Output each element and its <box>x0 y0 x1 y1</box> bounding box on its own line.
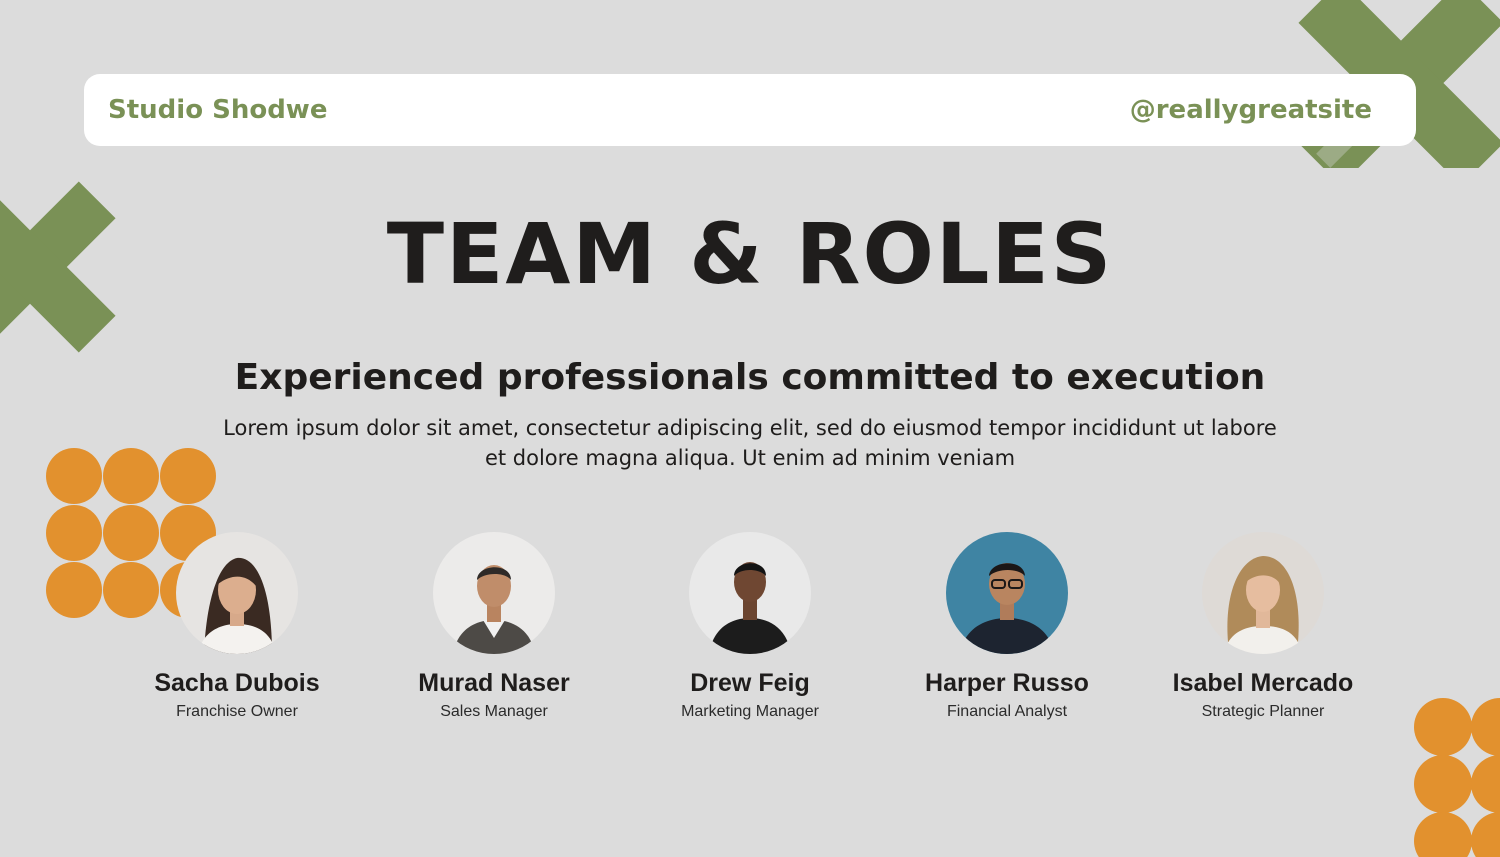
member-role: Marketing Manager <box>681 703 819 720</box>
team-member-card: Drew Feig Marketing Manager <box>630 532 870 722</box>
member-name: Isabel Mercado <box>1172 669 1354 697</box>
member-name: Murad Naser <box>418 669 570 697</box>
avatar-photo <box>689 532 811 654</box>
team-member-card: Sacha Dubois Franchise Owner <box>117 532 357 722</box>
member-role: Franchise Owner <box>176 703 298 720</box>
page-title: TEAM & ROLES <box>386 205 1114 303</box>
team-member-card: Harper Russo Financial Analyst <box>887 532 1127 722</box>
member-role: Sales Manager <box>440 703 548 720</box>
avatar-photo <box>1202 532 1324 654</box>
avatar-photo <box>176 532 298 654</box>
brand-name: Studio Shodwe <box>108 95 328 125</box>
team-member-card: Murad Naser Sales Manager <box>374 532 614 722</box>
member-name: Drew Feig <box>690 669 810 697</box>
avatar-photo <box>946 532 1068 654</box>
member-role: Strategic Planner <box>1201 703 1325 720</box>
team-member-card: Isabel Mercado Strategic Planner <box>1143 532 1383 722</box>
member-name: Sacha Dubois <box>154 669 320 697</box>
member-name: Harper Russo <box>925 669 1089 697</box>
member-role: Financial Analyst <box>946 703 1068 720</box>
avatar-photo <box>433 532 555 654</box>
body-paragraph: Lorem ipsum dolor sit amet, consectetur … <box>223 416 1277 470</box>
header-bar: Studio Shodwe @reallygreatsite <box>84 74 1416 146</box>
page-subtitle: Experienced professionals committed to e… <box>234 357 1266 398</box>
website-handle[interactable]: @reallygreatsite <box>1130 74 1372 146</box>
team-list: Sacha Dubois Franchise Owner Murad Naser… <box>0 532 1500 742</box>
